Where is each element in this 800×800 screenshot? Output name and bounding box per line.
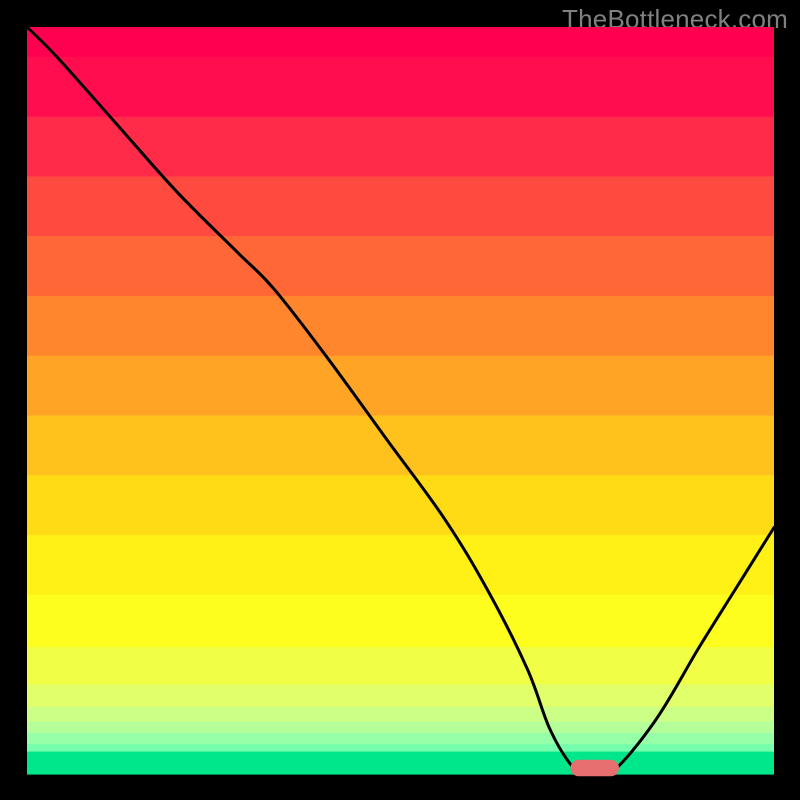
chart-frame: TheBottleneck.com	[0, 0, 800, 800]
bottleneck-chart	[0, 0, 800, 800]
gradient-bands	[27, 27, 774, 775]
optimum-marker	[570, 760, 619, 776]
